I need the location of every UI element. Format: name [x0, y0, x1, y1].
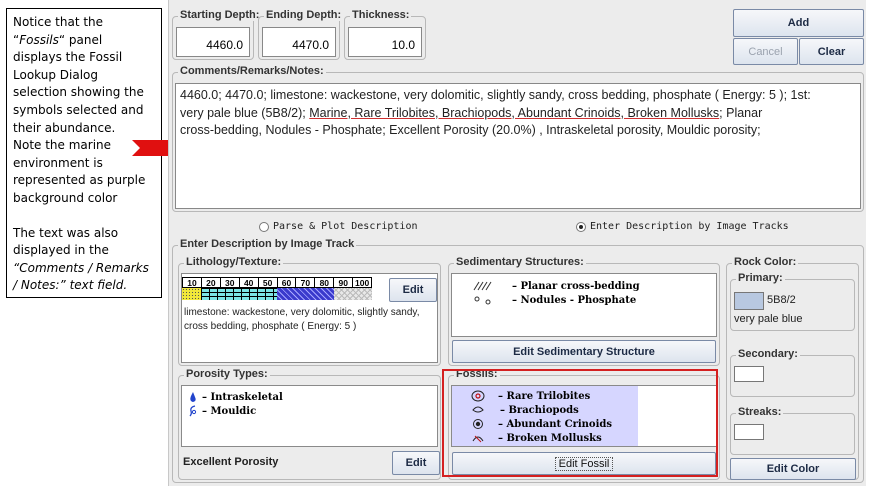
secondary-color-swatch — [734, 366, 764, 382]
edit-color-button[interactable]: Edit Color — [730, 458, 856, 480]
lithology-description: limestone: wackestone, very dolomitic, s… — [184, 307, 420, 332]
fossils-highlight-box — [442, 369, 718, 477]
sedimentary-item: – Nodules - Phosphate — [472, 294, 636, 306]
nodules-icon — [474, 296, 491, 305]
comments-text-field[interactable]: 4460.0; 4470.0; limestone: wackestone, v… — [175, 83, 861, 209]
callout-line: “Fossils“ panel — [13, 32, 103, 47]
callout-line: The text was also — [13, 225, 119, 240]
comments-line: cross-bedding, Nodules - Phosphate; Exce… — [180, 123, 761, 137]
lithology-group: Lithology/Texture: 10 20 30 40 50 60 70 80 90 100… — [178, 256, 441, 366]
lithology-pattern: 10 20 30 40 50 60 70 80 90 100 — [182, 277, 372, 301]
edit-sedimentary-structure-button[interactable]: Edit Sedimentary Structure — [452, 340, 716, 363]
lithology-scale-tick: 10 — [183, 278, 202, 288]
lithology-label: Lithology/Texture: — [184, 256, 284, 268]
comments-label: Comments/Remarks/Notes: — [178, 65, 326, 77]
cancel-button[interactable]: Cancel — [733, 38, 798, 65]
comments-line: 4460.0; 4470.0; limestone: wackestone, v… — [180, 88, 811, 102]
image-track-label: Enter Description by Image Track — [178, 238, 357, 250]
porosity-summary: Excellent Porosity — [183, 456, 279, 468]
parse-plot-radio[interactable]: Parse & Plot Description — [259, 221, 418, 232]
callout-line: represented as purple — [13, 173, 146, 188]
callout-line: “Comments / Remarks — [13, 260, 149, 275]
callout-spacer — [13, 208, 155, 225]
callout-line: selection showing the — [13, 85, 144, 100]
callout-line: background color — [13, 190, 118, 205]
radio-selected-icon — [576, 221, 586, 232]
ending-depth-label: Ending Depth: — [264, 9, 344, 21]
primary-color-name: very pale blue — [734, 313, 803, 325]
lithology-scale-tick: 90 — [334, 278, 354, 288]
callout-line: Lookup Dialog — [13, 67, 98, 82]
sedimentary-label: Sedimentary Structures: — [454, 256, 586, 268]
lithology-edit-button[interactable]: Edit — [389, 278, 437, 302]
porosity-label: Porosity Types: — [184, 368, 270, 380]
porosity-item: – Intraskeletal — [188, 391, 283, 403]
well-description-panel: Starting Depth: 4460.0 Ending Depth: 447… — [168, 0, 866, 486]
primary-color-swatch — [734, 292, 764, 310]
streaks-color-label: Streaks: — [736, 406, 784, 418]
rock-color-label: Rock Color: — [732, 256, 799, 268]
lithology-scale-tick: 80 — [315, 278, 335, 288]
add-button[interactable]: Add — [733, 9, 864, 37]
primary-color-label: Primary: — [736, 272, 785, 284]
secondary-color-group: Secondary: — [730, 348, 855, 397]
starting-depth-field[interactable]: 4460.0 — [176, 27, 250, 57]
sedimentary-track: – Planar cross-bedding – Nodules - Phosp… — [451, 273, 717, 337]
porosity-group: Porosity Types: – Intraskeletal – Mouldi… — [178, 368, 441, 480]
callout-line: / Notes:” text field. — [13, 278, 128, 293]
sedimentary-item: – Planar cross-bedding — [472, 280, 640, 292]
thickness-label: Thickness: — [350, 9, 412, 21]
rock-color-group: Rock Color: Primary: 5B8/2 very pale blu… — [726, 256, 859, 480]
marine-fossil-text: Marine, Rare Trilobites, Brachiopods, Ab… — [309, 105, 720, 120]
lithology-scale-tick: 70 — [296, 278, 316, 288]
secondary-color-label: Secondary: — [736, 348, 800, 360]
lithology-scale-tick: 30 — [221, 278, 240, 288]
image-tracks-label: Enter Description by Image Tracks — [590, 221, 789, 232]
lithology-scale-tick: 50 — [259, 278, 278, 288]
starting-depth-label: Starting Depth: — [178, 9, 262, 21]
mouldic-porosity-icon — [189, 405, 197, 417]
comments-line: very pale blue (5B8/2); Marine, Rare Tri… — [180, 105, 763, 120]
thickness-group: Thickness: 10.0 — [344, 9, 426, 60]
callout-line: displays the Fossil — [13, 50, 123, 65]
streaks-color-group: Streaks: — [730, 406, 855, 455]
image-tracks-radio[interactable]: Enter Description by Image Tracks — [576, 221, 789, 232]
lithology-scale-tick: 40 — [240, 278, 259, 288]
radio-icon — [259, 221, 269, 232]
streaks-color-swatch — [734, 424, 764, 440]
lithology-scale-tick: 20 — [202, 278, 221, 288]
ending-depth-field[interactable]: 4470.0 — [262, 27, 336, 57]
callout-line: symbols selected and — [13, 102, 144, 117]
primary-color-code: 5B8/2 — [767, 294, 796, 306]
primary-color-group: Primary: 5B8/2 very pale blue — [730, 272, 855, 331]
porosity-edit-button[interactable]: Edit — [392, 451, 440, 475]
cross-bedding-icon — [473, 281, 492, 291]
intraskeletal-porosity-icon — [190, 392, 196, 402]
lithology-scale-tick: 100 — [355, 278, 370, 288]
ending-depth-group: Ending Depth: 4470.0 — [258, 9, 344, 60]
porosity-track: – Intraskeletal – Mouldic — [181, 385, 438, 447]
clear-button[interactable]: Clear — [799, 38, 864, 65]
callout-line: displayed in the — [13, 243, 109, 258]
parse-plot-label: Parse & Plot Description — [273, 221, 418, 232]
comments-group: Comments/Remarks/Notes: 4460.0; 4470.0; … — [172, 65, 864, 212]
callout-line: Notice that the — [13, 15, 104, 29]
thickness-field[interactable]: 10.0 — [348, 27, 422, 57]
lithology-scale-tick: 60 — [278, 278, 297, 288]
lithology-track[interactable]: 10 20 30 40 50 60 70 80 90 100 Edit limestone: wa… — [181, 273, 438, 363]
porosity-item: – Mouldic — [188, 405, 256, 417]
starting-depth-group: Starting Depth: 4460.0 — [172, 9, 262, 60]
sedimentary-group: Sedimentary Structures: – Planar cross-b… — [448, 256, 720, 366]
